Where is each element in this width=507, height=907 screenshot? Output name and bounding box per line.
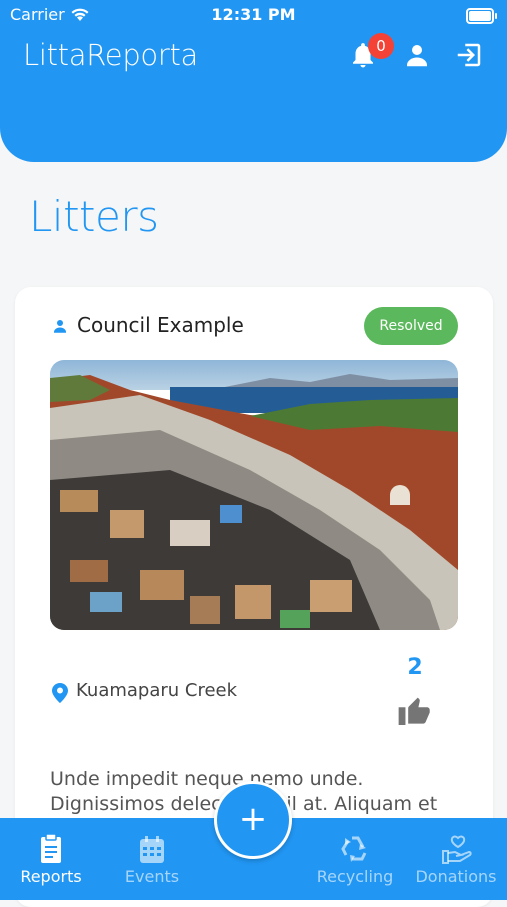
nav-label-events: Events <box>124 867 180 886</box>
app-title: LittaReporta <box>23 38 199 72</box>
status-bar: Carrier 12:31 PM <box>0 0 507 30</box>
add-report-button[interactable]: + <box>214 781 292 859</box>
user-icon[interactable] <box>402 40 432 70</box>
nav-label-reports: Reports <box>20 867 82 886</box>
litter-photo[interactable] <box>50 360 458 630</box>
person-icon <box>54 320 66 333</box>
status-time: 12:31 PM <box>211 5 296 24</box>
nav-label-recycling: Recycling <box>316 867 394 886</box>
nav-label-donations: Donations <box>415 867 497 886</box>
page-title: Litters <box>29 192 159 241</box>
calendar-icon <box>140 836 164 863</box>
status-badge: Resolved <box>364 307 458 345</box>
nav-item-events[interactable]: Events <box>102 818 202 900</box>
likes-count: 2 <box>407 655 423 680</box>
app-header: Carrier 12:31 PM LittaReporta 0 <box>0 0 507 162</box>
nav-item-donations[interactable]: Donations <box>406 818 506 900</box>
logout-icon[interactable] <box>454 40 484 70</box>
thumbs-up-icon[interactable] <box>398 695 432 725</box>
clipboard-icon <box>41 834 61 863</box>
battery-icon <box>466 8 497 24</box>
donation-hand-heart-icon <box>442 835 472 864</box>
nav-item-reports[interactable]: Reports <box>1 818 101 900</box>
location-pin-icon <box>52 683 68 703</box>
report-author: Council Example <box>77 313 244 337</box>
notification-count-badge: 0 <box>368 33 394 59</box>
report-location: Kuamaparu Creek <box>76 680 238 701</box>
recycle-icon <box>341 836 367 862</box>
nav-item-recycling[interactable]: Recycling <box>305 818 405 900</box>
